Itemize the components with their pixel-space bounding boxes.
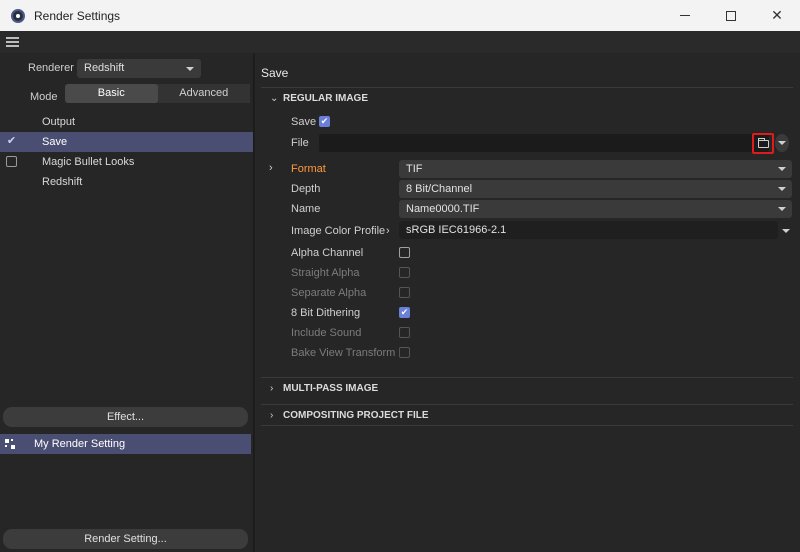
render-setting-icon xyxy=(5,439,15,449)
maximize-icon xyxy=(726,10,736,21)
color-profile-label: Image Color Profile xyxy=(291,225,386,237)
name-value: Name0000.TIF xyxy=(406,203,480,215)
multipass-section-header[interactable]: › MULTI-PASS IMAGE xyxy=(261,377,793,399)
section-title: REGULAR IMAGE xyxy=(283,93,368,104)
file-options-dropdown[interactable] xyxy=(775,134,789,152)
chevron-right-icon: › xyxy=(270,410,274,421)
minimize-button[interactable] xyxy=(662,0,708,31)
alpha-channel-checkbox[interactable] xyxy=(399,247,410,258)
settings-detail-panel: Save ⌄ REGULAR IMAGE Save ✔ File › Forma… xyxy=(255,53,800,552)
color-profile-field[interactable]: sRGB IEC61966-2.1 xyxy=(399,221,778,239)
chevron-down-icon xyxy=(778,167,786,171)
depth-label: Depth xyxy=(291,183,321,195)
separate-alpha-checkbox[interactable] xyxy=(399,287,410,298)
chevron-right-icon: › xyxy=(270,383,274,394)
settings-item-redshift[interactable]: Redshift xyxy=(0,172,253,192)
regular-image-section-header[interactable]: ⌄ REGULAR IMAGE xyxy=(261,87,793,109)
close-button[interactable]: ✕ xyxy=(754,0,800,31)
minimize-icon xyxy=(680,15,690,16)
include-sound-label: Include Sound xyxy=(291,327,362,339)
chevron-down-icon: ⌄ xyxy=(270,93,279,104)
straight-alpha-checkbox[interactable] xyxy=(399,267,410,278)
browse-folder-button[interactable] xyxy=(752,133,774,154)
compositing-section-header[interactable]: › COMPOSITING PROJECT FILE xyxy=(261,404,793,426)
check-icon[interactable]: ✔ xyxy=(6,136,17,147)
mode-toggle: Basic Advanced xyxy=(65,84,250,103)
render-setting-item-label: My Render Setting xyxy=(34,438,126,450)
magic-bullet-checkbox[interactable] xyxy=(6,156,17,167)
settings-item-output[interactable]: Output xyxy=(0,112,253,132)
file-path-input[interactable] xyxy=(319,134,769,152)
save-label: Save xyxy=(291,116,317,128)
app-icon xyxy=(11,8,25,23)
file-label: File xyxy=(291,137,309,149)
title-bar: Render Settings ✕ xyxy=(0,0,800,31)
chevron-down-icon xyxy=(778,207,786,211)
folder-icon xyxy=(757,137,769,148)
depth-value: 8 Bit/Channel xyxy=(406,183,473,195)
bake-view-transform-checkbox[interactable] xyxy=(399,347,410,358)
mode-label: Mode xyxy=(30,91,58,103)
settings-item-label: Save xyxy=(42,136,68,148)
menu-strip xyxy=(0,31,800,53)
mode-advanced-tab[interactable]: Advanced xyxy=(157,84,250,103)
chevron-down-icon xyxy=(186,67,194,71)
chevron-right-icon[interactable]: › xyxy=(269,162,273,174)
separate-alpha-label: Separate Alpha xyxy=(291,287,367,299)
format-value: TIF xyxy=(406,163,423,175)
chevron-down-icon xyxy=(778,187,786,191)
settings-item-label: Output xyxy=(42,116,76,128)
straight-alpha-label: Straight Alpha xyxy=(291,267,360,279)
settings-item-label: Redshift xyxy=(42,176,83,188)
chevron-down-icon[interactable] xyxy=(782,229,790,233)
name-dropdown[interactable]: Name0000.TIF xyxy=(399,200,792,218)
renderer-label: Renderer xyxy=(28,62,74,74)
settings-item-save[interactable]: ✔ Save xyxy=(0,132,253,152)
name-label: Name xyxy=(291,203,321,215)
panel-title: Save xyxy=(261,66,289,80)
section-title: COMPOSITING PROJECT FILE xyxy=(283,410,429,421)
effect-button[interactable]: Effect... xyxy=(3,407,248,427)
depth-dropdown[interactable]: 8 Bit/Channel xyxy=(399,180,792,198)
settings-list: Output ✔ Save Magic Bullet Looks Redshif… xyxy=(0,112,253,192)
settings-sidebar: Renderer Redshift Mode Basic Advanced Ou… xyxy=(0,53,254,552)
section-title: MULTI-PASS IMAGE xyxy=(283,383,379,394)
maximize-button[interactable] xyxy=(708,0,754,31)
color-profile-value: sRGB IEC61966-2.1 xyxy=(406,224,507,236)
settings-item-label: Magic Bullet Looks xyxy=(42,156,135,168)
render-setting-item[interactable]: My Render Setting xyxy=(0,434,251,454)
mode-basic-tab[interactable]: Basic xyxy=(65,84,158,103)
settings-item-magic-bullet-looks[interactable]: Magic Bullet Looks xyxy=(0,152,253,172)
chevron-right-icon[interactable]: › xyxy=(386,225,390,237)
format-label: Format xyxy=(291,163,326,175)
dithering-label: 8 Bit Dithering xyxy=(291,307,361,319)
render-setting-button[interactable]: Render Setting... xyxy=(3,529,248,549)
dithering-checkbox[interactable]: ✔ xyxy=(399,307,410,318)
alpha-channel-label: Alpha Channel xyxy=(291,247,364,259)
renderer-value: Redshift xyxy=(84,62,125,74)
renderer-dropdown[interactable]: Redshift xyxy=(77,59,201,78)
format-dropdown[interactable]: TIF xyxy=(399,160,792,178)
window-title: Render Settings xyxy=(34,8,121,23)
bake-view-transform-label: Bake View Transform xyxy=(291,347,396,359)
save-checkbox[interactable]: ✔ xyxy=(319,116,330,127)
hamburger-menu-icon[interactable] xyxy=(6,37,19,47)
close-icon: ✕ xyxy=(771,7,783,23)
include-sound-checkbox[interactable] xyxy=(399,327,410,338)
